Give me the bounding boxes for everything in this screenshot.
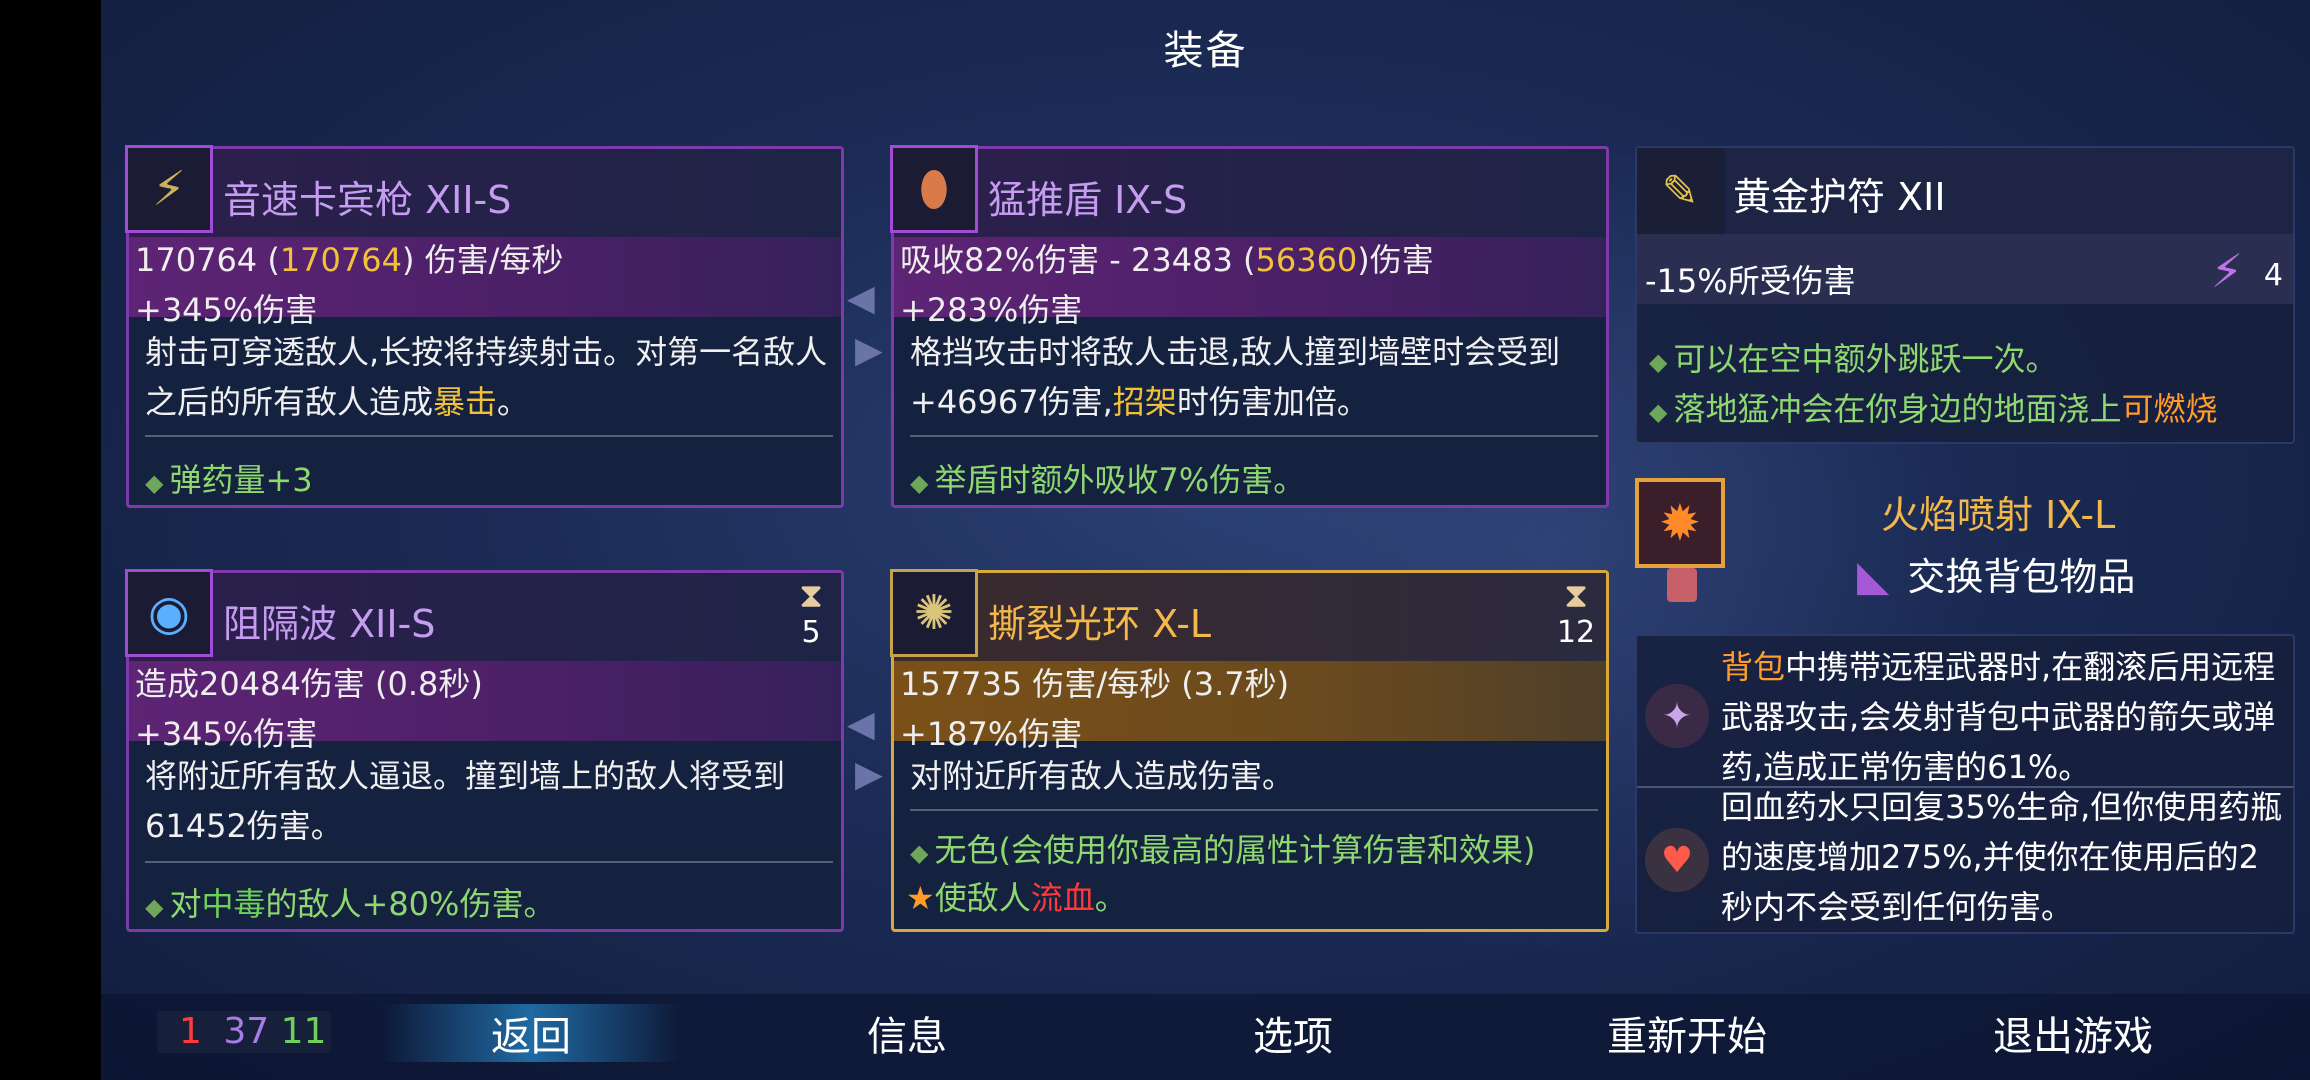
item-stat: 170764 (170764) 伤害/每秒 xyxy=(135,241,564,279)
backpack-icon: ✦ xyxy=(1645,684,1709,748)
amulet-stat: -15%所受伤害 xyxy=(1645,262,1856,300)
quit-button[interactable]: 退出游戏 xyxy=(1953,1004,2193,1062)
aura-icon: ✺ xyxy=(890,569,978,657)
tactics-stat: 37 xyxy=(223,1011,270,1052)
item-description: 格挡攻击时将敌人击退,敌人撞到墙壁时会受到+46967伤害,招架时伤害加倍。 xyxy=(910,333,1561,421)
swap-left-arrow-icon[interactable]: ◀ xyxy=(847,704,875,745)
item-name: 撕裂光环 X-L xyxy=(988,602,1212,646)
info-button[interactable]: 信息 xyxy=(807,1004,1007,1062)
options-button[interactable]: 选项 xyxy=(1193,1004,1393,1062)
item-description: 将附近所有敌人逼退。撞到墙上的敌人将受到61452伤害。 xyxy=(145,757,786,845)
amulet-perk: ◆ 落地猛冲会在你身边的地面浇上可燃烧 xyxy=(1649,390,2218,428)
item-affix: ◆ 弹药量+3 xyxy=(145,461,313,499)
item-bonus: +187%伤害 xyxy=(900,715,1083,753)
cooldown-indicator: ⧗ 12 xyxy=(1556,576,1596,650)
mutation-row[interactable]: ♥ 回血药水只回复35%生命,但你使用药瓶的速度增加275%,并使你在使用后的2… xyxy=(1637,788,2293,932)
swap-left-arrow-icon[interactable]: ◀ xyxy=(847,278,875,319)
wave-icon: ◉ xyxy=(125,569,213,657)
shield-icon: ⬮ xyxy=(890,145,978,233)
item-bonus: +283%伤害 xyxy=(900,291,1083,329)
backpack-swap-icon: ◣ xyxy=(1857,551,1890,600)
flamethrower-icon: ✹ xyxy=(1659,494,1701,552)
item-name: 阻隔波 XII-S xyxy=(223,602,436,646)
game-screen: 装备 ⚡ 音速卡宾枪 XII-S 170764 (170764) 伤害/每秒 +… xyxy=(101,0,2310,1080)
skill-slot[interactable]: ✹ xyxy=(1635,478,1725,568)
back-button[interactable]: 返回 xyxy=(381,1004,681,1062)
item-card-aura[interactable]: ✺ 撕裂光环 X-L ⧗ 12 157735 伤害/每秒 (3.7秒) +187%… xyxy=(890,569,1609,932)
amulet-panel[interactable]: ✎ 黄金护符 XII -15%所受伤害 ⚡ 4 ◆ 可以在空中额外跳跃一次。 ◆ 落… xyxy=(1635,146,2295,444)
item-stat: 157735 伤害/每秒 (3.7秒) xyxy=(900,665,1290,703)
restart-button[interactable]: 重新开始 xyxy=(1557,1004,1817,1062)
item-affix-legendary: ★使敌人流血。 xyxy=(906,879,1127,917)
mutations-panel: ✦ 背包中携带远程武器时,在翻滚后用远程武器攻击,会发射背包中武器的箭矢或弹药,… xyxy=(1635,634,2295,934)
star-icon: ★ xyxy=(906,879,935,917)
mutation-row[interactable]: ✦ 背包中携带远程武器时,在翻滚后用远程武器攻击,会发射背包中武器的箭矢或弹药,… xyxy=(1637,642,2293,786)
amulet-name: 黄金护符 XII xyxy=(1733,175,1946,219)
item-name: 猛推盾 IX-S xyxy=(988,178,1188,222)
bottom-menu: 1 37 11 返回 信息 选项 重新开始 退出游戏 xyxy=(101,994,2310,1080)
skill-sub-icon xyxy=(1667,568,1697,602)
hourglass-icon: ⧗ xyxy=(1564,576,1588,616)
amulet-perk: ◆ 可以在空中额外跳跃一次。 xyxy=(1649,340,2058,378)
scroll-icon: ⚡ xyxy=(2210,244,2243,298)
item-description: 射击可穿透敌人,长按将持续射击。对第一名敌人之后的所有敌人造成暴击。 xyxy=(145,333,828,421)
item-affix: ◆ 对中毒的敌人+80%伤害。 xyxy=(145,885,556,923)
survival-stat: 11 xyxy=(280,1011,327,1052)
swap-right-arrow-icon[interactable]: ▶ xyxy=(855,754,883,795)
brutality-stat: 1 xyxy=(179,1011,202,1052)
item-stat: 造成20484伤害 (0.8秒) xyxy=(135,665,483,703)
amulet-icon: ✎ xyxy=(1637,148,1723,234)
cooldown-indicator: ⧗ 5 xyxy=(791,577,831,650)
potion-icon: ♥ xyxy=(1645,828,1709,892)
item-card-wave[interactable]: ◉ 阻隔波 XII-S ⧗ 5 造成20484伤害 (0.8秒) +345%伤害 … xyxy=(125,569,844,932)
stat-counter: 1 37 11 xyxy=(157,1011,331,1053)
item-bonus: +345%伤害 xyxy=(135,715,318,753)
item-affix: ◆ 无色(会使用你最高的属性计算伤害和效果) xyxy=(910,831,1536,869)
item-description: 对附近所有敌人造成伤害。 xyxy=(910,757,1295,795)
swap-backpack-button[interactable]: ◣ 交换背包物品 xyxy=(1857,546,2135,601)
item-card-carbine[interactable]: ⚡ 音速卡宾枪 XII-S 170764 (170764) 伤害/每秒 +345… xyxy=(125,145,844,508)
swap-right-arrow-icon[interactable]: ▶ xyxy=(855,330,883,371)
page-title: 装备 xyxy=(1163,28,1248,74)
item-affix: ◆ 举盾时额外吸收7%伤害。 xyxy=(910,461,1306,499)
item-bonus: +345%伤害 xyxy=(135,291,318,329)
carbine-icon: ⚡ xyxy=(125,145,213,233)
item-stat: 吸收82%伤害 - 23483 (56360)伤害 xyxy=(900,241,1434,279)
skill-name: 火焰喷射 IX-L xyxy=(1881,493,2116,537)
item-card-shield[interactable]: ⬮ 猛推盾 IX-S 吸收82%伤害 - 23483 (56360)伤害 +28… xyxy=(890,145,1609,508)
item-name: 音速卡宾枪 XII-S xyxy=(223,178,512,222)
hourglass-icon: ⧗ xyxy=(799,576,823,616)
scroll-count: 4 xyxy=(2263,258,2283,293)
